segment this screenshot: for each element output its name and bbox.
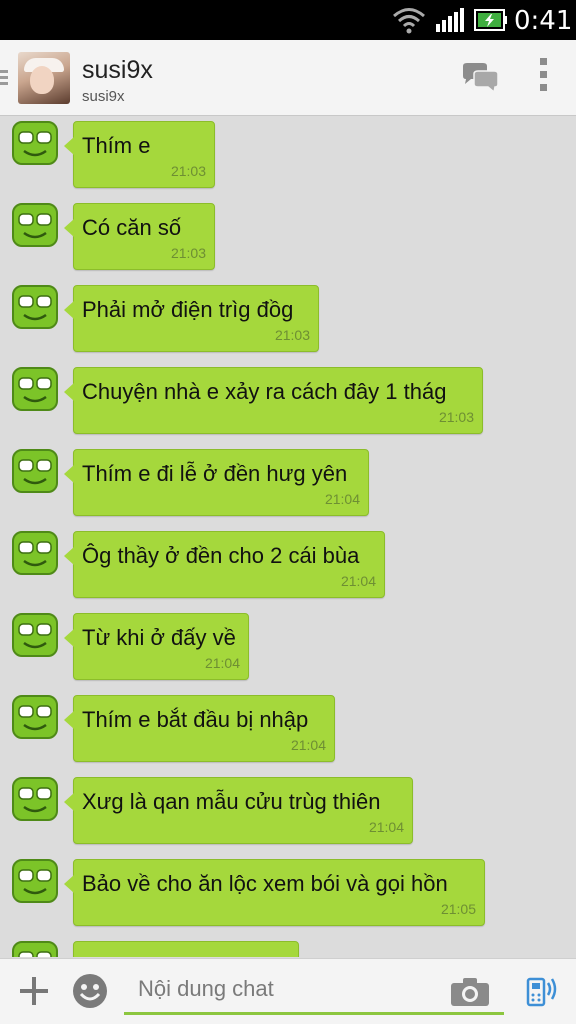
voice-input-icon[interactable]: [524, 973, 560, 1009]
emoji-icon[interactable]: [72, 973, 108, 1009]
message-time: 21:05: [440, 901, 476, 917]
bot-avatar-icon: [12, 449, 58, 493]
chat-bubbles-icon[interactable]: [460, 62, 500, 94]
message-time: 21:04: [204, 655, 240, 671]
status-bar: 0:41: [0, 0, 576, 40]
bot-avatar-icon: [12, 777, 58, 821]
bot-avatar-icon: [12, 531, 58, 575]
message-bubble[interactable]: Ôg thầy ở đền cho 2 cái bùa 21:04: [64, 531, 385, 598]
message-bubble[interactable]: Thím e đi lễ ở đền hưg yên 21:04: [64, 449, 369, 516]
bot-avatar-icon: [12, 613, 58, 657]
drawer-handle-icon[interactable]: [0, 70, 8, 88]
message-row: Xưg là qan mẫu cửu trùg thiên 21:04: [0, 773, 576, 845]
message-bubble[interactable]: Từ khi ở đấy về 21:04: [64, 613, 249, 680]
contact-subname: susi9x: [82, 88, 125, 105]
composer-bar: [0, 958, 576, 1024]
battery-charging-icon: [474, 9, 507, 31]
message-text: Thím e: [82, 133, 151, 158]
chat-input[interactable]: [124, 967, 444, 1011]
contact-name: susi9x: [82, 56, 153, 84]
message-bubble[interactable]: Chuyện nhà e xảy ra cách đây 1 thág 21:0…: [64, 367, 483, 434]
message-time: 21:04: [324, 491, 360, 507]
bot-avatar-icon: [12, 203, 58, 247]
message-time: 21:04: [368, 819, 404, 835]
message-text: Thím e bắt đầu bị nhập: [82, 707, 309, 732]
message-row: Ôg thầy ở đền cho 2 cái bùa 21:04: [0, 527, 576, 599]
bot-avatar-icon: [12, 367, 58, 411]
message-text: Thím e đi lễ ở đền hưg yên: [82, 461, 348, 486]
message-text: Chuyện nhà e xảy ra cách đây 1 thág: [82, 379, 447, 404]
message-time: 21:03: [170, 163, 206, 179]
message-row: Phải mở điện trìg đồg 21:03: [0, 281, 576, 353]
message-row: Thím e 21:03: [0, 117, 576, 189]
bot-avatar-icon: [12, 941, 58, 957]
message-list[interactable]: Thím e 21:03 Có căn số 21:03 Phải mở điệ…: [0, 117, 576, 957]
bot-avatar-icon: [12, 859, 58, 903]
message-bubble[interactable]: Thím e 21:03: [64, 121, 215, 188]
message-text: Phải mở điện trìg đồg: [82, 297, 294, 322]
message-bubble[interactable]: [73, 941, 299, 957]
message-row: Thím e bắt đầu bị nhập 21:04: [0, 691, 576, 763]
message-row: Bảo về cho ăn lộc xem bói và gọi hồn 21:…: [0, 855, 576, 927]
bot-avatar-icon: [12, 285, 58, 329]
message-text: Xưg là qan mẫu cửu trùg thiên: [82, 789, 381, 814]
signal-icon: [436, 8, 464, 32]
message-row: [0, 937, 576, 957]
camera-icon[interactable]: [450, 977, 490, 1007]
message-bubble[interactable]: Phải mở điện trìg đồg 21:03: [64, 285, 319, 352]
message-time: 21:03: [170, 245, 206, 261]
chat-header: susi9x susi9x: [0, 40, 576, 116]
message-time: 21:04: [340, 573, 376, 589]
overflow-menu-icon[interactable]: [540, 58, 548, 97]
message-row: Chuyện nhà e xảy ra cách đây 1 thág 21:0…: [0, 363, 576, 435]
avatar[interactable]: [18, 52, 70, 104]
bot-avatar-icon: [12, 695, 58, 739]
message-time: 21:04: [290, 737, 326, 753]
message-text: Từ khi ở đấy về: [82, 625, 236, 650]
bot-avatar-icon: [12, 121, 58, 165]
message-bubble[interactable]: Xưg là qan mẫu cửu trùg thiên 21:04: [64, 777, 413, 844]
message-bubble[interactable]: Bảo về cho ăn lộc xem bói và gọi hồn 21:…: [64, 859, 485, 926]
chat-input-field: [124, 967, 504, 1015]
message-bubble[interactable]: Thím e bắt đầu bị nhập 21:04: [64, 695, 335, 762]
message-bubble[interactable]: Có căn số 21:03: [64, 203, 215, 270]
message-text: Ôg thầy ở đền cho 2 cái bùa: [82, 543, 360, 568]
message-time: 21:03: [438, 409, 474, 425]
clock: 0:41: [514, 6, 573, 36]
message-row: Thím e đi lễ ở đền hưg yên 21:04: [0, 445, 576, 517]
message-row: Từ khi ở đấy về 21:04: [0, 609, 576, 681]
wifi-icon: [393, 8, 425, 34]
message-row: Có căn số 21:03: [0, 199, 576, 271]
message-time: 21:03: [274, 327, 310, 343]
plus-icon[interactable]: [20, 977, 48, 1005]
message-text: Có căn số: [82, 215, 182, 240]
message-text: Bảo về cho ăn lộc xem bói và gọi hồn: [82, 871, 448, 896]
